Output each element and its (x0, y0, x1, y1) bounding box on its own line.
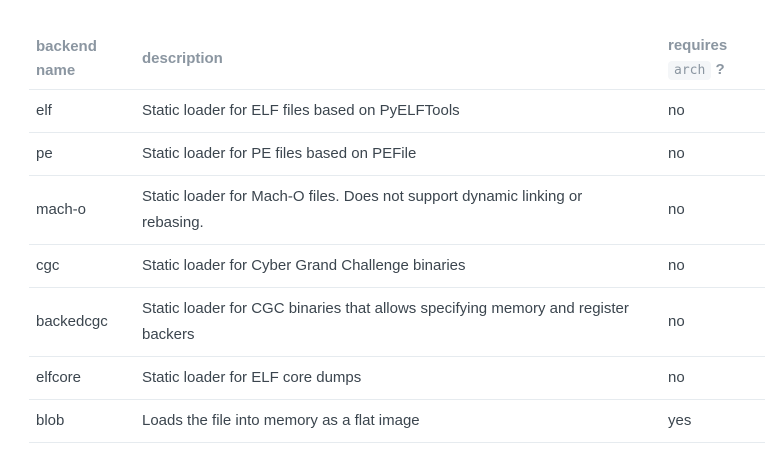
requires-arch-cell: yes (661, 399, 765, 443)
header-backend-name: backend name (29, 28, 135, 90)
backends-table-container: backend name description requires arch ? e… (29, 28, 765, 443)
requires-arch-cell: no (661, 132, 765, 176)
table-row: pe Static loader for PE files based on P… (29, 132, 765, 176)
header-requires-suffix: ? (715, 61, 725, 78)
header-arch-code: arch (668, 61, 712, 80)
table-row: elfcore Static loader for ELF core dumps… (29, 356, 765, 400)
table-body: elf Static loader for ELF files based on… (29, 89, 765, 443)
table-row: backedcgc Static loader for CGC binaries… (29, 287, 765, 357)
backend-name-cell: pe (29, 132, 135, 176)
header-backend-name-line2: name (36, 61, 76, 79)
requires-arch-cell: no (661, 287, 765, 357)
description-cell: Static loader for ELF core dumps (135, 356, 661, 400)
backend-name-cell: blob (29, 399, 135, 443)
description-cell: Static loader for CGC binaries that allo… (135, 287, 661, 357)
header-description: description (135, 28, 661, 90)
header-requires-label: requires (668, 37, 728, 54)
description-cell: Static loader for ELF files based on PyE… (135, 89, 661, 133)
header-row: backend name description requires arch ? (29, 28, 765, 90)
description-cell: Static loader for Cyber Grand Challenge … (135, 244, 661, 288)
header-requires-arch: requires arch ? (661, 28, 765, 90)
backend-name-cell: backedcgc (29, 287, 135, 357)
table-row: blob Loads the file into memory as a fla… (29, 399, 765, 443)
table-row: elf Static loader for ELF files based on… (29, 89, 765, 133)
backend-name-cell: mach-o (29, 175, 135, 245)
backend-name-cell: cgc (29, 244, 135, 288)
header-backend-name-line1: backend (36, 37, 97, 55)
requires-arch-cell: no (661, 244, 765, 288)
requires-arch-cell: no (661, 89, 765, 133)
description-cell: Static loader for PE files based on PEFi… (135, 132, 661, 176)
backend-name-cell: elf (29, 89, 135, 133)
requires-arch-cell: no (661, 356, 765, 400)
backend-name-cell: elfcore (29, 356, 135, 400)
backends-table: backend name description requires arch ? e… (29, 28, 765, 443)
description-cell: Loads the file into memory as a flat ima… (135, 399, 661, 443)
table-row: cgc Static loader for Cyber Grand Challe… (29, 244, 765, 288)
description-cell: Static loader for Mach-O files. Does not… (135, 175, 661, 245)
table-row: mach-o Static loader for Mach-O files. D… (29, 175, 765, 245)
requires-arch-cell: no (661, 175, 765, 245)
table-header: backend name description requires arch ? (29, 28, 765, 90)
